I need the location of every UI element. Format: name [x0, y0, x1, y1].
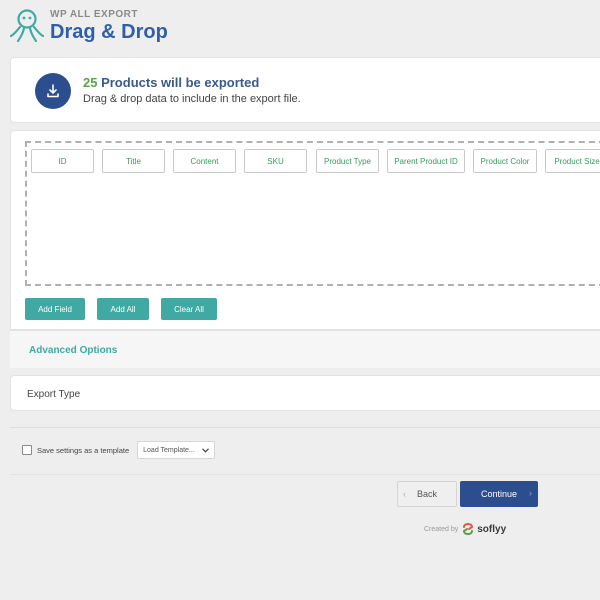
page-title: Drag & Drop — [50, 20, 168, 43]
footer-divider — [10, 474, 600, 475]
continue-button[interactable]: Continue › — [460, 481, 538, 507]
export-count-suffix: Products will be exported — [97, 75, 260, 90]
export-type-panel[interactable]: Export Type — [10, 375, 600, 411]
add-all-button[interactable]: Add All — [97, 298, 149, 320]
credit: Created by soflyy — [424, 520, 506, 538]
save-template-checkbox[interactable] — [22, 445, 32, 455]
continue-label: Continue — [480, 489, 518, 499]
created-by-label: Created by — [424, 525, 459, 533]
export-type-heading: Export Type — [27, 389, 81, 400]
clear-all-button[interactable]: Clear All — [161, 298, 217, 320]
section-divider — [10, 427, 600, 428]
field-chip-product-size[interactable]: Product Size — [545, 149, 600, 173]
field-chip-product-type[interactable]: Product Type — [316, 149, 379, 173]
field-chip-parent-product-id[interactable]: Parent Product ID — [387, 149, 465, 173]
field-chip-title[interactable]: Title — [102, 149, 165, 173]
download-icon — [35, 73, 71, 109]
chevron-left-icon: ‹ — [403, 489, 406, 499]
field-chip-id[interactable]: ID — [31, 149, 94, 173]
chevron-right-icon: › — [529, 488, 532, 498]
advanced-options-panel[interactable]: Advanced Options — [10, 330, 600, 368]
brand-block: WP ALL EXPORT Drag & Drop — [50, 9, 168, 44]
save-template-label: Save settings as a template — [37, 445, 130, 455]
add-field-button[interactable]: Add Field — [25, 298, 85, 320]
field-builder-card: ID Title Content SKU Product Type Parent… — [10, 130, 600, 330]
drop-zone[interactable]: ID Title Content SKU Product Type Parent… — [25, 141, 600, 286]
advanced-options-toggle[interactable]: Advanced Options — [29, 345, 117, 356]
export-count-line: 25 Products will be exported — [83, 75, 259, 90]
octopus-logo-icon — [10, 9, 44, 43]
export-instructions: Drag & drop data to include in the expor… — [83, 93, 301, 105]
brand-subtitle: WP ALL EXPORT — [50, 8, 138, 20]
page-header: WP ALL EXPORT Drag & Drop — [10, 6, 168, 46]
export-count: 25 — [83, 75, 98, 90]
load-template-placeholder: Load Template... — [143, 446, 195, 454]
field-chip-sku[interactable]: SKU — [244, 149, 307, 173]
soflyy-logo-icon — [463, 523, 474, 535]
template-row: Save settings as a template Load Templat… — [22, 440, 216, 460]
export-summary-card: 25 Products will be exported Drag & drop… — [10, 57, 600, 123]
field-chip-product-color[interactable]: Product Color — [473, 149, 537, 173]
chevron-down-icon — [202, 447, 210, 453]
field-chip-content[interactable]: Content — [173, 149, 236, 173]
load-template-select[interactable]: Load Template... — [137, 441, 216, 459]
soflyy-brand-name: soflyy — [477, 523, 507, 535]
back-button[interactable]: ‹ Back — [397, 481, 457, 507]
back-label: Back — [416, 489, 437, 499]
